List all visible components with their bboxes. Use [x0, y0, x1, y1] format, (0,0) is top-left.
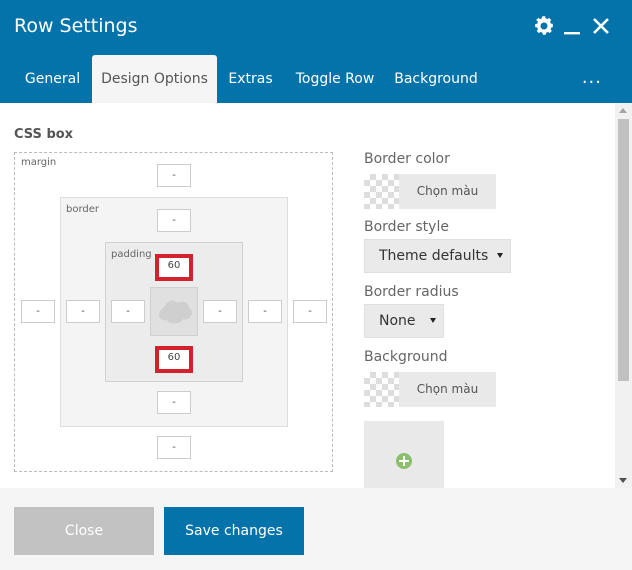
color-swatch [364, 372, 399, 407]
border-color-picker[interactable]: Chọn màu [364, 174, 496, 209]
border-style-select[interactable]: Theme defaults [364, 239, 511, 273]
border-style-value: Theme defaults [379, 248, 489, 264]
modal-footer: Close Save changes [0, 488, 632, 570]
background-color-button-label: Chọn màu [416, 382, 479, 396]
design-options-panel: CSS box margin border padding - - 60 - -… [0, 103, 632, 488]
scroll-thumb[interactable] [618, 119, 629, 381]
border-top-input[interactable]: - [157, 209, 191, 232]
border-left-input[interactable]: - [66, 300, 100, 323]
padding-bottom-input[interactable]: 60 [155, 346, 193, 373]
content-box [150, 287, 198, 336]
window-title: Row Settings [14, 15, 138, 37]
minimize-icon[interactable] [560, 14, 584, 38]
close-icon[interactable] [589, 14, 613, 38]
border-bottom-input[interactable]: - [157, 391, 191, 414]
modal-header: Row Settings General Design Options Extr… [0, 0, 632, 103]
more-tabs-icon[interactable]: ... [582, 67, 602, 88]
border-style-label: Border style [364, 219, 449, 235]
save-changes-button[interactable]: Save changes [164, 507, 304, 555]
gear-icon[interactable] [532, 14, 556, 38]
border-radius-select[interactable]: None [364, 304, 444, 338]
tab-general[interactable]: General [14, 55, 91, 103]
background-label: Background [364, 349, 448, 365]
padding-right-input[interactable]: - [203, 300, 237, 323]
css-box-label: CSS box [14, 127, 74, 142]
margin-bottom-input[interactable]: - [157, 436, 191, 459]
background-color-picker[interactable]: Chọn màu [364, 372, 496, 407]
margin-right-input[interactable]: - [293, 300, 327, 323]
padding-left-input[interactable]: - [111, 300, 145, 323]
tab-extras[interactable]: Extras [218, 55, 283, 103]
tab-toggle-row[interactable]: Toggle Row [285, 55, 385, 103]
scroll-down-icon[interactable] [619, 478, 627, 483]
content-placeholder-icon [159, 300, 193, 324]
chevron-down-icon [430, 318, 436, 323]
scroll-up-icon[interactable] [619, 108, 627, 113]
border-radius-value: None [379, 313, 416, 329]
border-radius-label: Border radius [364, 284, 459, 300]
border-label: border [66, 204, 100, 215]
border-color-button-label: Chọn màu [416, 184, 479, 198]
color-swatch [364, 174, 399, 209]
close-button[interactable]: Close [14, 507, 154, 555]
scrollbar[interactable] [615, 103, 632, 488]
margin-left-input[interactable]: - [21, 300, 55, 323]
tab-bar: General Design Options Extras Toggle Row… [0, 55, 632, 103]
margin-top-input[interactable]: - [157, 164, 191, 187]
border-right-input[interactable]: - [248, 300, 282, 323]
add-image-icon [396, 453, 412, 469]
chevron-down-icon [497, 253, 503, 258]
margin-label: margin [21, 157, 57, 168]
padding-top-input[interactable]: 60 [155, 254, 193, 281]
border-color-label: Border color [364, 151, 450, 167]
padding-label: padding [111, 249, 152, 260]
tab-background[interactable]: Background [386, 55, 486, 103]
background-image-upload[interactable] [364, 421, 444, 488]
tab-design-options[interactable]: Design Options [92, 55, 217, 103]
